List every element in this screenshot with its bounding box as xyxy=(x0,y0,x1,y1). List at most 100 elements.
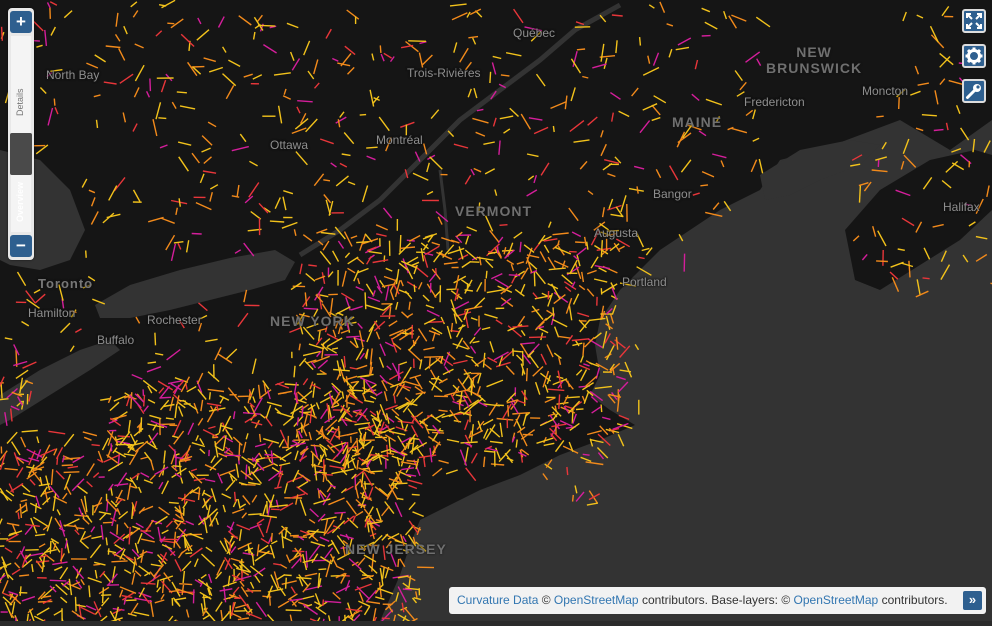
map-canvas[interactable]: Québec North Bay Trois-Rivières Ottawa M… xyxy=(0,0,992,621)
road-segment xyxy=(160,424,175,425)
road-segment xyxy=(923,278,930,279)
road-segment xyxy=(502,250,514,251)
fullscreen-button[interactable] xyxy=(962,9,986,33)
road-segment xyxy=(302,406,303,416)
road-segment xyxy=(700,185,708,186)
road-segment xyxy=(303,412,311,413)
road-segment xyxy=(567,467,568,475)
place-label: Fredericton xyxy=(744,95,805,109)
road-segment xyxy=(356,242,368,243)
attribution-text: contributors. xyxy=(878,593,947,607)
road-segment xyxy=(860,185,861,203)
road-segment xyxy=(177,92,187,93)
road-segment xyxy=(601,405,602,413)
road-segment xyxy=(575,242,585,243)
road-segment xyxy=(185,538,186,549)
zoom-slider-handle[interactable] xyxy=(10,133,32,175)
road-segment xyxy=(431,378,439,379)
zoom-control: + Details Overview − xyxy=(8,8,34,260)
road-segment xyxy=(117,524,118,534)
road-segment xyxy=(522,370,523,376)
road-segment xyxy=(25,550,38,551)
place-label: Hamilton xyxy=(28,306,75,320)
legend-key-button[interactable] xyxy=(962,79,986,103)
zoom-in-button[interactable]: + xyxy=(10,11,32,33)
road-segment xyxy=(1,383,2,398)
region-label: NEW JERSEY xyxy=(345,541,447,557)
road-segment xyxy=(612,15,623,16)
curvature-data-link[interactable]: Curvature Data xyxy=(457,593,538,607)
wrench-icon xyxy=(964,81,984,101)
road-segment xyxy=(260,434,261,442)
road-segment xyxy=(523,351,524,366)
road-segment xyxy=(321,455,322,462)
road-segment xyxy=(97,120,98,128)
road-segment xyxy=(155,333,156,346)
road-segment xyxy=(878,159,879,167)
place-label: Bangor xyxy=(653,187,692,201)
place-label: Rochester xyxy=(147,313,202,327)
road-segment xyxy=(876,261,888,262)
road-segment xyxy=(508,405,509,417)
road-segment xyxy=(284,575,292,576)
map-base-layer xyxy=(0,0,992,621)
road-segment xyxy=(529,337,546,338)
road-segment xyxy=(235,492,236,502)
attribution-text: contributors. Base-layers: © xyxy=(639,593,794,607)
road-segment xyxy=(360,115,366,116)
road-segment xyxy=(459,399,460,410)
road-segment xyxy=(601,240,602,257)
road-segment xyxy=(167,23,174,24)
region-label: NEW YORK xyxy=(270,313,355,329)
road-segment xyxy=(271,533,272,542)
road-segment xyxy=(159,397,171,398)
road-segment xyxy=(509,275,520,276)
road-segment xyxy=(2,27,3,41)
settings-button[interactable] xyxy=(962,44,986,68)
road-segment xyxy=(348,390,363,391)
road-segment xyxy=(150,79,151,92)
road-segment xyxy=(158,118,166,119)
attribution-bar: Curvature Data © OpenStreetMap contribut… xyxy=(449,587,986,614)
openstreetmap-link[interactable]: OpenStreetMap xyxy=(554,593,639,607)
road-segment xyxy=(500,225,508,226)
road-segment xyxy=(267,501,268,514)
road-segment xyxy=(294,366,295,378)
road-segment xyxy=(101,595,111,596)
road-segment xyxy=(451,323,452,332)
road-segment xyxy=(210,392,211,399)
attribution-toggle-button[interactable]: » xyxy=(963,591,982,610)
road-segment xyxy=(20,586,21,596)
road-segment xyxy=(424,357,441,358)
road-segment xyxy=(366,147,377,148)
road-segment xyxy=(175,449,176,458)
road-segment xyxy=(111,561,127,562)
road-segment xyxy=(57,457,58,465)
road-segment xyxy=(559,394,560,409)
place-label: Montréal xyxy=(376,133,423,147)
road-segment xyxy=(144,395,145,407)
road-segment xyxy=(118,436,130,437)
road-segment xyxy=(577,49,585,50)
road-segment xyxy=(323,599,324,606)
road-segment xyxy=(108,548,109,554)
openstreetmap-baselayer-link[interactable]: OpenStreetMap xyxy=(794,593,879,607)
road-segment xyxy=(520,242,521,252)
road-segment xyxy=(573,495,574,502)
road-segment xyxy=(76,528,84,529)
road-segment xyxy=(335,512,346,513)
road-segment xyxy=(270,221,284,222)
road-segment xyxy=(899,97,900,109)
attribution-text: © xyxy=(538,593,554,607)
road-segment xyxy=(934,130,944,131)
zoom-out-button[interactable]: − xyxy=(10,235,32,257)
road-segment xyxy=(364,380,365,394)
road-segment xyxy=(286,610,302,611)
road-segment xyxy=(380,45,381,53)
region-label: MAINE xyxy=(672,114,722,130)
place-label: Moncton xyxy=(862,84,908,98)
road-segment xyxy=(76,597,77,612)
road-segment xyxy=(92,445,100,446)
road-segment xyxy=(184,508,185,516)
road-segment xyxy=(185,553,192,554)
